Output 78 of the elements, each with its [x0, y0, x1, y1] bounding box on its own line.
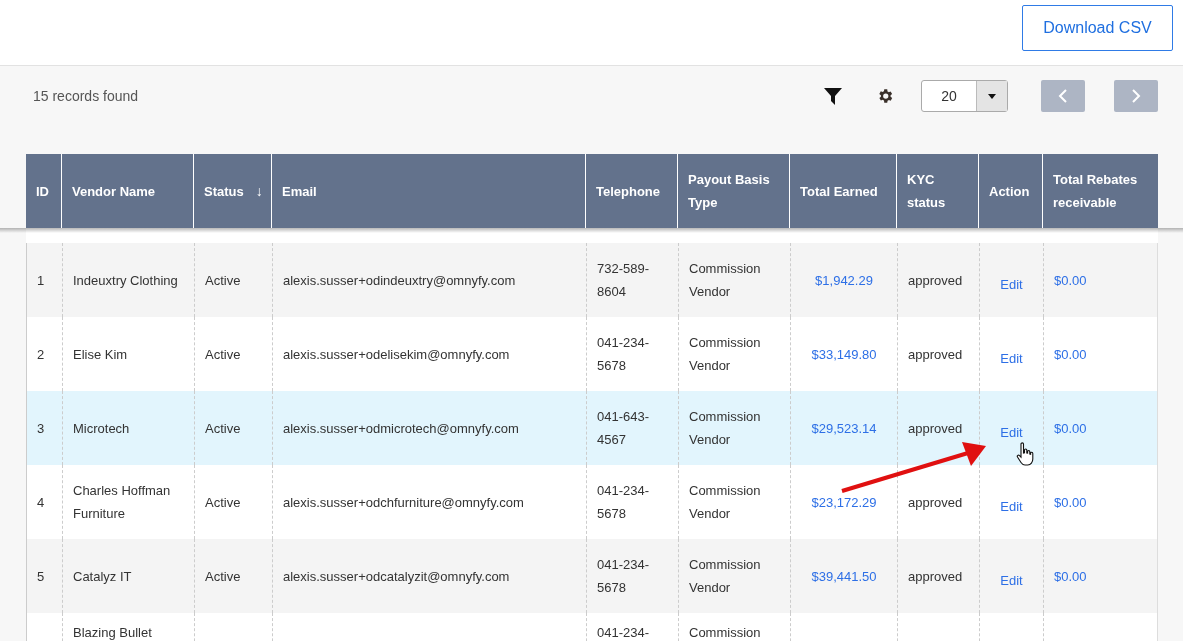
edit-link[interactable]: Edit — [1000, 494, 1023, 518]
column-header[interactable]: Status — [204, 179, 244, 203]
rebates-link[interactable]: $0.00 — [1054, 564, 1087, 588]
vendor-name-cell-text: Catalyz IT — [73, 567, 132, 586]
email-cell-text: alexis.susser+odelisekim@omnyfy.com — [283, 345, 510, 364]
download-csv-button[interactable]: Download CSV — [1022, 5, 1173, 51]
total-earned-link[interactable]: $39,441.50 — [811, 564, 877, 588]
table-row[interactable]: 2 Elise Kim Active alexis.susser+odelisekim@omnyfy.com 041-234-5678 Commission Vendor $33,149.80 approved Edit $0.00 — [26, 317, 1158, 391]
rebates-link[interactable]: $0.00 — [1054, 268, 1087, 292]
column-header[interactable]: Vendor Name — [72, 179, 156, 203]
telephone-cell-text: 041-234-5678 — [597, 482, 651, 523]
status-cell-text: Active — [205, 345, 241, 364]
total-earned-link[interactable]: $23,172.29 — [811, 490, 877, 514]
caret-icon — [988, 93, 996, 99]
email-cell-text: alexis.susser+odcatalyzit@omnyfy.com — [283, 567, 510, 586]
rebates-link[interactable]: $0.00 — [1054, 416, 1087, 440]
chevron-right-icon — [1131, 89, 1141, 103]
email-cell-text: alexis.susser+odchfurniture@omnyfy.com — [283, 493, 524, 512]
edit-link[interactable]: Edit — [1000, 568, 1023, 592]
kyc-status-cell-text: approved — [908, 271, 963, 290]
column-header[interactable]: ID — [36, 179, 49, 203]
edit-link[interactable]: Edit — [1000, 420, 1023, 444]
table-row[interactable]: 4 Charles Hoffman Furniture Active alexis.susser+odchfurniture@omnyfy.com 041-234-5678 Commission Vendor $23,172.29 approved Edit $0.00 — [26, 465, 1158, 539]
column-header[interactable]: KYC status — [907, 168, 968, 214]
table-row[interactable]: Blazing Bullet 041-234- Commission — [26, 613, 1158, 641]
email-cell-text: alexis.susser+odmicrotech@omnyfy.com — [283, 419, 519, 438]
chevron-left-icon — [1058, 89, 1068, 103]
payout-type-cell-text: Commission Vendor — [689, 408, 762, 449]
kyc-status-cell-text: approved — [908, 493, 963, 512]
sort-indicator[interactable]: ↓ — [255, 179, 263, 203]
vendor-name-cell-text: Indeuxtry Clothing — [73, 271, 178, 290]
status-cell-text: Active — [205, 567, 241, 586]
id-cell-text: 5 — [37, 567, 45, 586]
status-cell-text: Active — [205, 493, 241, 512]
telephone-cell-text: 732-589-8604 — [597, 260, 651, 301]
page-size-select[interactable]: 20 — [921, 80, 1008, 112]
rebates-link[interactable]: $0.00 — [1054, 490, 1087, 514]
column-header[interactable]: Total Rebates receivable — [1053, 168, 1148, 214]
email-cell-text: alexis.susser+odindeuxtry@omnyfy.com — [283, 271, 516, 290]
status-cell-text: Active — [205, 271, 241, 290]
column-header[interactable]: Total Earned — [800, 179, 878, 203]
column-header[interactable]: Email — [282, 179, 317, 203]
total-earned-link[interactable]: $33,149.80 — [811, 342, 877, 366]
edit-link[interactable]: Edit — [1000, 346, 1023, 370]
id-cell-text: 4 — [37, 493, 45, 512]
total-earned-link[interactable]: $1,942.29 — [815, 268, 873, 292]
table-row[interactable]: 1 Indeuxtry Clothing Active alexis.susser+odindeuxtry@omnyfy.com 732-589-8604 Commission Vendor $1,942.29 approved Edit $0.00 — [26, 243, 1158, 317]
table-row[interactable]: 3 Microtech Active alexis.susser+odmicrotech@omnyfy.com 041-643-4567 Commission Vendor $29,523.14 approved Edit $0.00 — [26, 391, 1158, 465]
payout-type-cell-text: Commission Vendor — [689, 260, 762, 301]
payout-type-cell-text: Commission — [689, 624, 761, 641]
vendor-name-cell-text: Elise Kim — [73, 345, 128, 364]
column-header[interactable]: Payout Basis Type — [688, 168, 779, 214]
rebates-link[interactable]: $0.00 — [1054, 342, 1087, 366]
telephone-cell-text: 041-234-5678 — [597, 556, 651, 597]
total-earned-link[interactable]: $29,523.14 — [811, 416, 877, 440]
telephone-cell-text: 041-643-4567 — [597, 408, 651, 449]
id-cell-text: 3 — [37, 419, 45, 438]
filter-icon[interactable] — [824, 87, 842, 105]
kyc-status-cell-text: approved — [908, 567, 963, 586]
status-cell-text: Active — [205, 419, 241, 438]
payout-type-cell-text: Commission Vendor — [689, 482, 762, 523]
id-cell-text: 2 — [37, 345, 45, 364]
payout-type-cell-text: Commission Vendor — [689, 334, 762, 375]
payout-type-cell-text: Commission Vendor — [689, 556, 762, 597]
table-row[interactable]: 5 Catalyz IT Active alexis.susser+odcatalyzit@omnyfy.com 041-234-5678 Commission Vendor $39,441.50 approved Edit $0.00 — [26, 539, 1158, 613]
vendor-name-cell-text: Blazing Bullet — [73, 624, 152, 641]
column-header[interactable]: Telephone — [596, 179, 661, 203]
kyc-status-cell-text: approved — [908, 419, 963, 438]
vendor-name-cell-text: Charles Hoffman Furniture — [73, 482, 172, 523]
hand-cursor-icon — [1016, 442, 1035, 467]
vendor-name-cell-text: Microtech — [73, 419, 130, 438]
kyc-status-cell-text: approved — [908, 345, 963, 364]
telephone-cell-text: 041-234- — [597, 624, 650, 641]
column-header[interactable]: Action — [989, 179, 1030, 203]
edit-link[interactable]: Edit — [1000, 272, 1023, 296]
telephone-cell-text: 041-234-5678 — [597, 334, 651, 375]
records-count: 15 records found — [33, 88, 139, 104]
id-cell-text: 1 — [37, 271, 45, 290]
